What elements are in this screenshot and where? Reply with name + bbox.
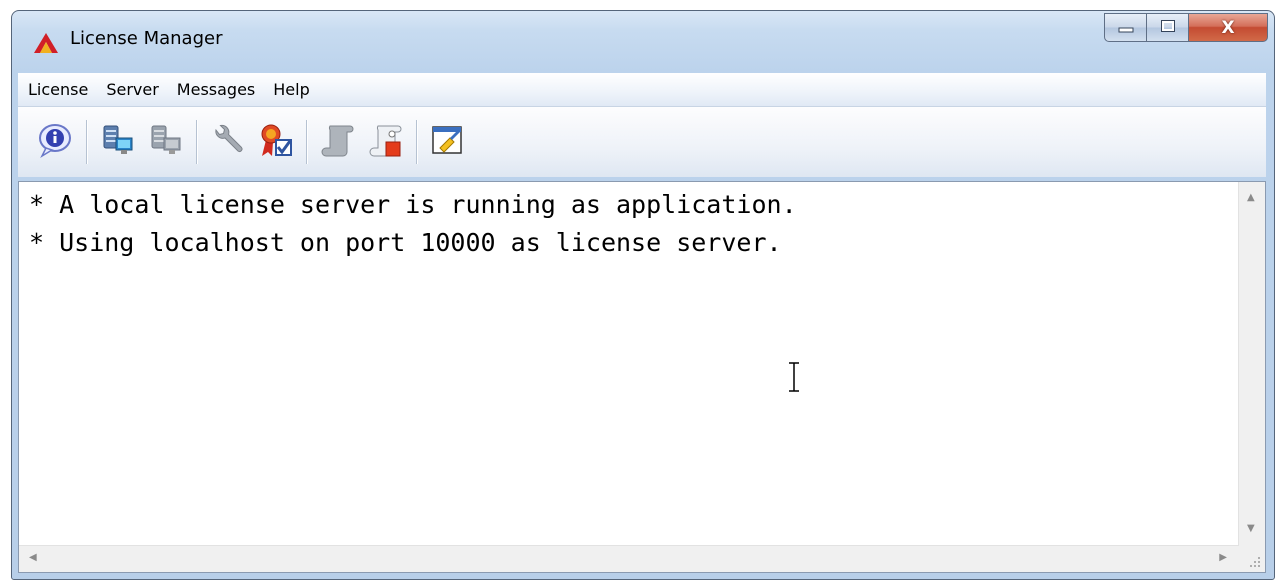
size-grip-icon[interactable]: [1239, 546, 1265, 572]
connect-server-button[interactable]: [96, 120, 140, 164]
horizontal-scrollbar[interactable]: ◀ ▶: [19, 545, 1239, 572]
license-certificate-icon: [258, 122, 294, 162]
clear-log-icon: [430, 122, 466, 162]
wrench-icon: [210, 122, 246, 162]
window-title: License Manager: [70, 28, 223, 49]
log-text-area[interactable]: * A local license server is running as a…: [19, 182, 1239, 546]
log-lines: * A local license server is running as a…: [19, 186, 797, 262]
script-stop-button[interactable]: [364, 120, 408, 164]
maximize-icon: [1160, 18, 1176, 37]
license-manager-app-icon[interactable]: [32, 31, 60, 55]
scroll-left-icon[interactable]: ◀: [29, 552, 37, 563]
menu-help[interactable]: Help: [265, 80, 317, 99]
clear-log-button[interactable]: [426, 120, 470, 164]
minimize-icon: [1118, 18, 1134, 37]
toolbar: [18, 107, 1266, 177]
license-manager-window: License Manager X License Server Message…: [11, 10, 1275, 580]
license-certificate-button[interactable]: [254, 120, 298, 164]
menu-bar: License Server Messages Help: [18, 73, 1266, 107]
toolbar-separator: [306, 120, 308, 164]
connect-server-icon: [100, 122, 136, 162]
caption-buttons: X: [1104, 13, 1268, 42]
menu-license[interactable]: License: [20, 80, 96, 99]
menu-messages[interactable]: Messages: [169, 80, 263, 99]
text-cursor-icon: [787, 360, 801, 394]
close-button[interactable]: X: [1188, 13, 1268, 42]
info-button[interactable]: [34, 120, 78, 164]
script-stop-icon: [368, 122, 404, 162]
vertical-scrollbar[interactable]: ▲ ▼: [1238, 182, 1265, 546]
script-button[interactable]: [316, 120, 360, 164]
title-bar[interactable]: License Manager X: [12, 11, 1274, 69]
scroll-down-icon[interactable]: ▼: [1247, 523, 1255, 534]
log-line: * A local license server is running as a…: [29, 190, 797, 219]
log-view[interactable]: * A local license server is running as a…: [18, 181, 1266, 573]
menu-server[interactable]: Server: [98, 80, 166, 99]
disconnect-server-button[interactable]: [144, 120, 188, 164]
log-line: * Using localhost on port 10000 as licen…: [29, 228, 782, 257]
maximize-button[interactable]: [1146, 13, 1188, 42]
toolbar-separator: [86, 120, 88, 164]
toolbar-separator: [196, 120, 198, 164]
close-icon: X: [1221, 17, 1235, 38]
info-icon: [38, 122, 74, 162]
toolbar-separator: [416, 120, 418, 164]
settings-button[interactable]: [206, 120, 250, 164]
disconnect-server-icon: [148, 122, 184, 162]
scroll-up-icon[interactable]: ▲: [1247, 192, 1255, 203]
scroll-right-icon[interactable]: ▶: [1219, 552, 1227, 563]
minimize-button[interactable]: [1104, 13, 1146, 42]
script-icon: [320, 122, 356, 162]
